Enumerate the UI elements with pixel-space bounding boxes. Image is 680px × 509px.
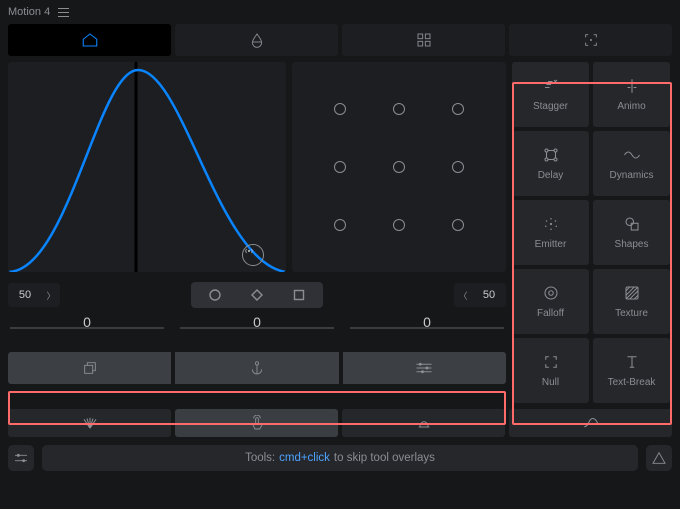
tool-dynamics[interactable]: Dynamics: [593, 131, 670, 196]
tool-texture[interactable]: Texture: [593, 269, 670, 334]
slider-1[interactable]: 0: [10, 316, 164, 340]
tab-focus[interactable]: [509, 24, 672, 56]
slider-3[interactable]: 0: [350, 316, 504, 340]
tool-null[interactable]: Null: [512, 338, 589, 403]
broadcast-button[interactable]: [242, 244, 264, 266]
dynamics-icon: [623, 146, 641, 164]
anchor-bl[interactable]: [334, 219, 346, 231]
anchor-br[interactable]: [452, 219, 464, 231]
chevron-right-icon[interactable]: 〉: [42, 283, 60, 307]
stagger-icon: [542, 77, 560, 95]
tab-home[interactable]: [8, 24, 171, 56]
anchor-ml[interactable]: [334, 161, 346, 173]
footer: Tools: cmd+click to skip tool overlays: [0, 437, 680, 479]
tool-label: Falloff: [537, 308, 564, 319]
btm-tab-tap[interactable]: [175, 409, 338, 437]
shape-picker: [191, 282, 323, 308]
tool-delay[interactable]: Delay: [512, 131, 589, 196]
titlebar: Motion 4: [0, 0, 680, 24]
shape-circle[interactable]: [194, 285, 236, 305]
shape-square[interactable]: [278, 285, 320, 305]
anchor-mr[interactable]: [452, 161, 464, 173]
anchor-bc[interactable]: [393, 219, 405, 231]
sliders-row: 0 0 0: [8, 316, 506, 340]
home-icon: [81, 31, 99, 49]
left-number-stepper[interactable]: 50 〉: [8, 283, 60, 307]
focus-icon: [583, 32, 599, 48]
tool-label: Shapes: [615, 239, 649, 250]
bell-icon: [416, 415, 432, 431]
anchor-tr[interactable]: [452, 103, 464, 115]
tool-emitter[interactable]: Emitter: [512, 200, 589, 265]
menu-icon[interactable]: [58, 8, 69, 17]
shapes-icon: [623, 215, 641, 233]
chevron-left-icon[interactable]: 〈: [454, 283, 472, 307]
tool-label: Delay: [538, 170, 564, 181]
btm-tab-ease[interactable]: [8, 409, 171, 437]
hint-prefix: Tools:: [245, 452, 275, 464]
bottom-tabs: [0, 403, 680, 437]
falloff-icon: [542, 284, 560, 302]
tap-icon: [249, 415, 265, 431]
null-icon: [542, 353, 560, 371]
tool-label: Text-Break: [608, 377, 656, 388]
tool-animo[interactable]: Animo: [593, 62, 670, 127]
tool-stagger[interactable]: Stagger: [512, 62, 589, 127]
options-button[interactable]: [343, 352, 506, 384]
left-number-value: 50: [8, 289, 42, 301]
shape-diamond[interactable]: [236, 285, 278, 305]
hint-suffix: to skip tool overlays: [334, 452, 435, 464]
tool-shapes[interactable]: Shapes: [593, 200, 670, 265]
tool-label: Texture: [615, 308, 648, 319]
warning-button[interactable]: [646, 445, 672, 471]
anchor-grid: [292, 62, 506, 272]
tab-grid[interactable]: [342, 24, 505, 56]
anchor-mc[interactable]: [393, 161, 405, 173]
tool-label: Stagger: [533, 101, 568, 112]
right-number-stepper[interactable]: 〈 50: [454, 283, 506, 307]
layers-button[interactable]: [8, 352, 171, 384]
top-tabs: [0, 24, 680, 56]
tool-textbreak[interactable]: Text-Break: [593, 338, 670, 403]
tool-label: Dynamics: [610, 170, 654, 181]
curve-icon: [582, 416, 600, 430]
broadcast-icon: [243, 245, 255, 257]
right-number-value: 50: [472, 289, 506, 301]
tool-label: Emitter: [535, 239, 567, 250]
settings-button[interactable]: [8, 445, 34, 471]
texture-icon: [623, 284, 641, 302]
btm-tab-bell[interactable]: [342, 409, 505, 437]
tool-falloff[interactable]: Falloff: [512, 269, 589, 334]
emitter-icon: [542, 215, 560, 233]
anchor-button[interactable]: [175, 352, 338, 384]
tab-opacity[interactable]: [175, 24, 338, 56]
hint-kbd: cmd+click: [279, 452, 330, 464]
anchor-tc[interactable]: [393, 103, 405, 115]
grey-button-row: [8, 352, 506, 384]
drop-icon: [249, 32, 265, 48]
btm-tab-curve[interactable]: [509, 409, 672, 437]
tool-grid: Stagger Animo Delay Dynamics Emitter Sha…: [512, 62, 670, 403]
curve-editor[interactable]: [8, 62, 286, 272]
delay-icon: [542, 146, 560, 164]
anchor-icon: [249, 360, 265, 376]
app-title: Motion 4: [8, 6, 50, 18]
sliders-icon: [415, 361, 433, 375]
tool-label: Null: [542, 377, 559, 388]
layers-icon: [82, 360, 98, 376]
slider-2[interactable]: 0: [180, 316, 334, 340]
textbreak-icon: [623, 353, 641, 371]
grid-icon: [416, 32, 432, 48]
anchor-tl[interactable]: [334, 103, 346, 115]
tool-label: Animo: [617, 101, 645, 112]
settings-sliders-icon: [13, 451, 29, 465]
animo-icon: [623, 77, 641, 95]
warning-icon: [651, 450, 667, 466]
footer-hint: Tools: cmd+click to skip tool overlays: [42, 445, 638, 471]
fan-icon: [81, 416, 99, 430]
